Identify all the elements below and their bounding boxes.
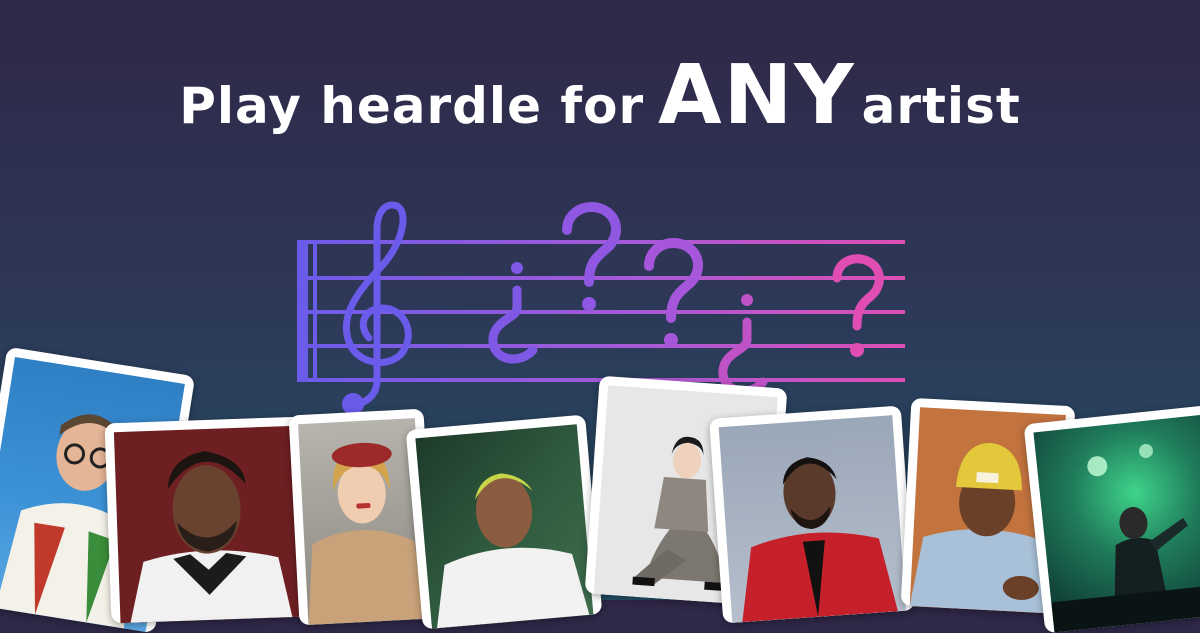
person-in-red-suit-photo xyxy=(718,415,906,623)
person-with-bandana-photo xyxy=(113,425,301,624)
inverted-question-mark-icon-2 xyxy=(718,294,768,396)
artist-photo-card xyxy=(1023,404,1200,633)
question-mark-icon-1 xyxy=(562,202,621,311)
artist-photo-card xyxy=(709,405,915,624)
headline-emphasis: ANY xyxy=(658,48,856,143)
artist-photo-card xyxy=(405,414,603,630)
question-mark-icon-3 xyxy=(832,254,884,357)
headline-suffix: artist xyxy=(861,77,1021,135)
headline-prefix: Play heardle for xyxy=(179,77,645,135)
question-mark-icon-2 xyxy=(644,238,703,347)
treble-clef-icon xyxy=(342,201,412,415)
staff-thick-barline xyxy=(297,242,308,382)
headline: Play heardle for ANY artist xyxy=(0,48,1200,143)
person-in-white-sweater-photo xyxy=(415,424,594,629)
staff-thin-barline xyxy=(313,242,317,382)
artist-photo-card xyxy=(104,416,310,624)
